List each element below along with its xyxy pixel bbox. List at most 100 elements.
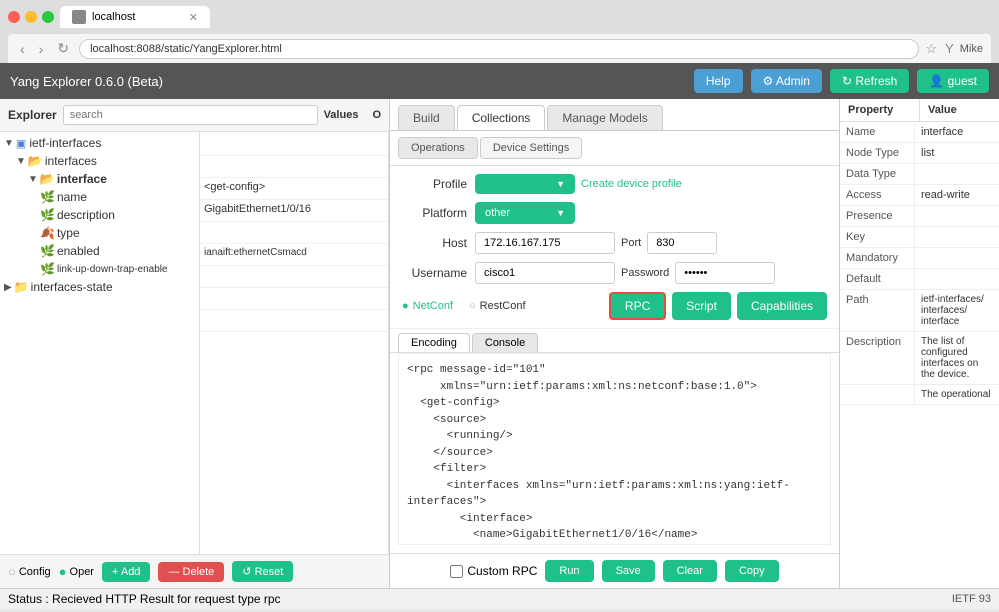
extension-icon[interactable]: Y [945,41,954,56]
tab-collections[interactable]: Collections [457,105,546,130]
refresh-button[interactable]: ↻ Refresh [830,69,909,93]
password-input[interactable] [675,262,775,284]
property-key: Mandatory [840,248,915,268]
main-tabs: Build Collections Manage Models [390,99,839,131]
tree-item-enabled[interactable]: 🌿 enabled [0,242,199,260]
config-radio[interactable]: ○ Config [8,564,51,579]
rpc-button[interactable]: RPC [609,292,666,320]
admin-button[interactable]: ⚙ Admin [751,69,822,93]
sub-tab-device-settings[interactable]: Device Settings [480,137,582,159]
bottom-tab-encoding[interactable]: Encoding [398,333,470,352]
reload-button[interactable]: ↻ [53,38,73,59]
guest-button[interactable]: 👤 guest [917,69,989,93]
values-col-header: Values [324,109,359,121]
back-button[interactable]: ‹ [16,39,29,59]
radio-unchecked-icon: ○ [469,300,476,312]
reset-button[interactable]: ↺ Reset [232,561,293,582]
platform-select[interactable]: other ▼ [475,202,575,224]
radio-unchecked-icon: ○ [8,564,16,579]
browser-tab[interactable]: localhost ✕ [60,6,210,28]
tree-label: interfaces [45,154,97,168]
username-control: Password [475,262,827,284]
profile-select[interactable]: ▼ [475,174,575,194]
app-title: Yang Explorer 0.6.0 (Beta) [10,74,163,89]
save-button[interactable]: Save [602,560,655,582]
left-bottom: ○ Config ● Oper + Add — Delete ↺ Reset [0,554,389,588]
arrow-icon: ▼ [28,174,38,185]
property-key: Presence [840,206,915,226]
username-label: Username [402,266,467,280]
maximize-btn[interactable] [42,11,54,23]
property-row-description: Description The list of configured inter… [840,332,999,385]
tab-close-icon[interactable]: ✕ [189,11,198,24]
folder-closed-icon: 📁 [14,280,29,294]
tree-item-link-up[interactable]: 🌿 link-up-down-trap-enable [0,260,199,278]
username-input[interactable] [475,262,615,284]
tree-item-interfaces-state[interactable]: ▶ 📁 interfaces-state [0,278,199,296]
create-device-profile-link[interactable]: Create device profile [581,178,682,190]
profile-row: Profile ▼ Create device profile [402,174,827,194]
tree-item-interface[interactable]: ▼ 📂 interface [0,170,199,188]
property-val: The operational [915,385,999,404]
property-val: list [915,143,999,163]
search-input[interactable] [63,105,318,125]
tab-build[interactable]: Build [398,105,455,130]
main-panel: Build Collections Manage Models Operatio… [390,99,839,588]
oper-radio[interactable]: ● Oper [59,564,94,579]
url-bar[interactable]: localhost:8088/static/YangExplorer.html [79,39,919,59]
action-buttons: RPC Script Capabilities [609,292,827,320]
property-row-mandatory: Mandatory [840,248,999,269]
property-row-key: Key [840,227,999,248]
tree-item-description[interactable]: 🌿 description [0,206,199,224]
property-key: Description [840,332,915,384]
netconf-radio[interactable]: ● NetConf [402,300,453,312]
property-key [840,385,915,404]
port-input[interactable] [647,232,717,254]
value-row-6: ianaift:ethernetCsmacd [200,244,388,266]
clear-button[interactable]: Clear [663,560,717,582]
custom-rpc-label: Custom RPC [467,564,537,578]
forward-button[interactable]: › [35,39,48,59]
explorer-header: Explorer Values O [0,99,389,132]
tree-label: enabled [57,244,100,258]
close-btn[interactable] [8,11,20,23]
password-label: Password [621,267,669,279]
value-row-3: <get-config> [200,178,388,200]
bookmark-icon[interactable]: ☆ [925,41,937,57]
tab-manage-models[interactable]: Manage Models [547,105,662,130]
value-row-5 [200,222,388,244]
tree-item-name[interactable]: 🌿 name [0,188,199,206]
property-key: Key [840,227,915,247]
property-val [915,248,999,268]
module-icon: ▣ [16,137,26,150]
status-text: Status : Recieved HTTP Result for reques… [8,592,281,606]
custom-rpc-checkbox[interactable] [450,565,463,578]
script-button[interactable]: Script [672,292,731,320]
add-button[interactable]: + Add [102,562,150,582]
protocol-radio-group: ● NetConf ○ RestConf [402,300,601,312]
tree-item-type[interactable]: 🍂 type [0,224,199,242]
tree-label: interfaces-state [31,280,113,294]
tree-label: name [57,190,87,204]
bottom-tab-console[interactable]: Console [472,333,538,352]
tree-item-ietf-interfaces[interactable]: ▼ ▣ ietf-interfaces [0,134,199,152]
app-toolbar: Yang Explorer 0.6.0 (Beta) Help ⚙ Admin … [0,63,999,99]
help-button[interactable]: Help [694,69,743,93]
profile-control: ▼ Create device profile [475,174,827,194]
minimize-btn[interactable] [25,11,37,23]
property-header: Property Value [840,99,999,122]
run-button[interactable]: Run [545,560,593,582]
property-val: The list of configured interfaces on the… [915,332,999,384]
form-area: Profile ▼ Create device profile Platform [390,166,839,329]
delete-button[interactable]: — Delete [158,562,224,582]
restconf-radio[interactable]: ○ RestConf [469,300,526,312]
host-input[interactable] [475,232,615,254]
tree-panel: ▼ ▣ ietf-interfaces ▼ 📂 interfaces ▼ 📂 [0,132,200,554]
capabilities-button[interactable]: Capabilities [737,292,827,320]
tree-item-interfaces[interactable]: ▼ 📂 interfaces [0,152,199,170]
netconf-label: NetConf [413,300,453,312]
sub-tab-operations[interactable]: Operations [398,137,478,159]
copy-button[interactable]: Copy [725,560,779,582]
custom-rpc-group: Custom RPC [450,564,537,578]
value-row-7 [200,266,388,288]
